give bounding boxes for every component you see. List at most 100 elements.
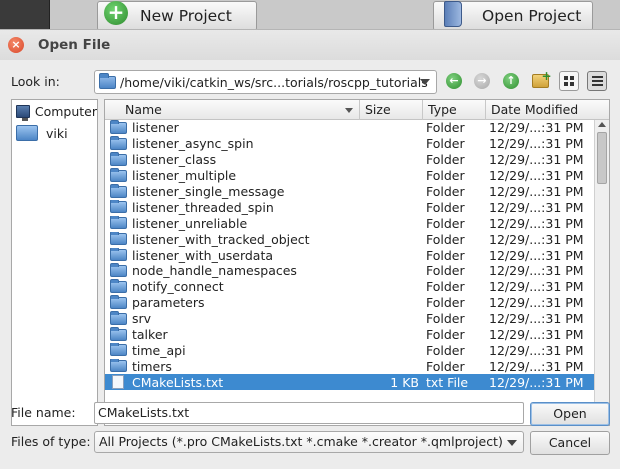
sidebar-item-viki[interactable]: viki	[12, 122, 97, 144]
file-row[interactable]: listener_single_message Folder 12/29/...:3…	[105, 184, 595, 200]
look-in-combo[interactable]: /home/viki/catkin_ws/src...torials/roscp…	[94, 70, 437, 94]
file-size-cell: 1 KB	[390, 374, 419, 390]
new-project-button[interactable]: + New Project	[97, 1, 257, 31]
file-row[interactable]: listener_multiple Folder 12/29/...:31 PM	[105, 168, 595, 184]
book-icon	[444, 1, 462, 27]
column-size-label: Size	[365, 102, 391, 117]
computer-icon	[16, 104, 30, 121]
file-row[interactable]: notify_connect Folder 12/29/...:31 PM	[105, 279, 595, 295]
file-name-input[interactable]: CMakeLists.txt	[94, 402, 524, 424]
file-date-cell: 12/29/...:31 PM	[489, 184, 584, 199]
cancel-button[interactable]: Cancel	[530, 431, 610, 455]
sidebar-item-computer[interactable]: Computer	[12, 100, 97, 122]
look-in-row: Look in: /home/viki/catkin_ws/src...tori…	[0, 69, 620, 96]
open-project-button[interactable]: Open Project	[433, 1, 593, 31]
file-type-cell: Folder	[426, 231, 465, 247]
file-row[interactable]: listener_with_tracked_object Folder 12/29/…	[105, 231, 595, 247]
file-row[interactable]: listener_unreliable Folder 12/29/...:31 PM	[105, 215, 595, 231]
file-name-cell: talker	[105, 327, 360, 342]
column-header-name[interactable]: Name	[105, 100, 360, 120]
close-icon[interactable]: ×	[8, 37, 24, 53]
file-row[interactable]: node_handle_namespaces Folder 12/29/...:31…	[105, 263, 595, 279]
look-in-label: Look in:	[11, 74, 60, 89]
file-date-cell: 12/29/...:31 PM	[489, 295, 584, 311]
column-header-date[interactable]: Date Modified	[486, 100, 609, 120]
file-name-text: talker	[132, 327, 168, 343]
file-date-cell: 12/29/...:31 PM	[489, 168, 584, 184]
file-date-cell: 12/29/...:31 PM	[489, 263, 584, 279]
folder-icon	[16, 125, 38, 141]
file-name-text: listener_with_tracked_object	[132, 231, 310, 247]
file-date-cell: 12/29/...:31 PM	[489, 247, 584, 263]
files-of-type-row: Files of type: All Projects (*.pro CMake…	[0, 431, 620, 455]
file-type-cell: Folder	[426, 120, 465, 136]
file-name-text: listener_single_message	[132, 184, 285, 199]
file-date-cell: 12/29/...:31 PM	[489, 152, 584, 168]
column-name-label: Name	[125, 102, 162, 117]
parent-directory-button[interactable]: ↑	[501, 71, 521, 91]
places-sidebar: Computer viki	[11, 99, 98, 426]
file-date-cell: 12/29/...:31 PM	[489, 358, 584, 374]
scroll-thumb[interactable]	[597, 132, 607, 184]
file-name-cell: listener_async_spin	[105, 136, 360, 151]
file-date-cell: 12/29/...:31 PM	[489, 199, 584, 215]
folder-icon	[110, 295, 127, 309]
file-name-row: File name: CMakeLists.txt Open	[0, 402, 620, 426]
column-header-type[interactable]: Type	[423, 100, 486, 120]
file-name-label: File name:	[11, 405, 76, 420]
column-header-size[interactable]: Size	[360, 100, 423, 120]
back-button[interactable]: ←	[444, 71, 464, 91]
folder-icon	[110, 327, 127, 341]
file-name-cell: notify_connect	[105, 279, 360, 294]
folder-icon	[110, 152, 127, 166]
file-row[interactable]: talker Folder 12/29/...:31 PM	[105, 327, 595, 343]
file-name-cell: listener_with_tracked_object	[105, 231, 360, 247]
arrow-right-icon: →	[474, 73, 490, 89]
file-type-cell: Folder	[426, 247, 465, 263]
file-list: Name Size Type Date Modified listener Fol…	[104, 99, 610, 426]
open-button[interactable]: Open	[530, 402, 610, 426]
file-name-cell: listener_threaded_spin	[105, 199, 360, 215]
file-date-cell: 12/29/...:31 PM	[489, 215, 584, 231]
file-type-cell: Folder	[426, 295, 465, 311]
file-row[interactable]: srv Folder 12/29/...:31 PM	[105, 311, 595, 327]
file-row[interactable]: listener_async_spin Folder 12/29/...:31 PM	[105, 136, 595, 152]
file-date-cell: 12/29/...:31 PM	[489, 120, 584, 136]
file-name-text: parameters	[132, 295, 205, 311]
file-row[interactable]: timers Folder 12/29/...:31 PM	[105, 358, 595, 374]
file-type-cell: Folder	[426, 199, 465, 215]
forward-button[interactable]: →	[472, 71, 492, 91]
sidebar-item-label: viki	[46, 125, 68, 141]
file-rows: listener Folder 12/29/...:31 PM listener_as…	[105, 120, 595, 391]
file-row[interactable]: listener_class Folder 12/29/...:31 PM	[105, 152, 595, 168]
new-folder-button[interactable]	[530, 69, 552, 91]
file-name-text: listener_async_spin	[132, 136, 254, 152]
file-name-cell: listener_unreliable	[105, 215, 360, 231]
file-list-header: Name Size Type Date Modified	[105, 100, 609, 120]
folder-icon	[110, 311, 127, 325]
file-row[interactable]: listener_threaded_spin Folder 12/29/...:31…	[105, 199, 595, 215]
file-name-text: listener	[132, 120, 179, 136]
file-name-text: listener_threaded_spin	[132, 199, 274, 215]
file-name-text: notify_connect	[132, 279, 224, 295]
list-view-button[interactable]	[559, 71, 579, 91]
files-of-type-select[interactable]: All Projects (*.pro CMakeLists.txt *.cma…	[94, 431, 524, 453]
file-name-cell: parameters	[105, 295, 360, 310]
file-row[interactable]: listener_with_userdata Folder 12/29/...:31…	[105, 247, 595, 263]
scroll-up-icon[interactable]	[598, 122, 606, 127]
file-name-cell: listener_multiple	[105, 168, 360, 183]
folder-icon	[110, 168, 127, 182]
file-name-text: listener_class	[132, 152, 217, 168]
detail-view-button[interactable]	[587, 71, 607, 91]
files-of-type-value: All Projects (*.pro CMakeLists.txt *.cma…	[99, 434, 503, 449]
file-row[interactable]: time_api Folder 12/29/...:31 PM	[105, 342, 595, 358]
file-row[interactable]: listener Folder 12/29/...:31 PM	[105, 120, 595, 136]
new-project-label: New Project	[140, 7, 232, 25]
file-row[interactable]: CMakeLists.txt 1 KB txt File 12/29/...:31 P…	[105, 374, 595, 391]
file-type-cell: Folder	[426, 152, 465, 168]
file-row[interactable]: parameters Folder 12/29/...:31 PM	[105, 295, 595, 311]
file-type-cell: Folder	[426, 184, 465, 199]
file-name-text: srv	[132, 311, 152, 327]
vertical-scrollbar[interactable]	[594, 120, 609, 425]
folder-icon	[110, 120, 127, 134]
